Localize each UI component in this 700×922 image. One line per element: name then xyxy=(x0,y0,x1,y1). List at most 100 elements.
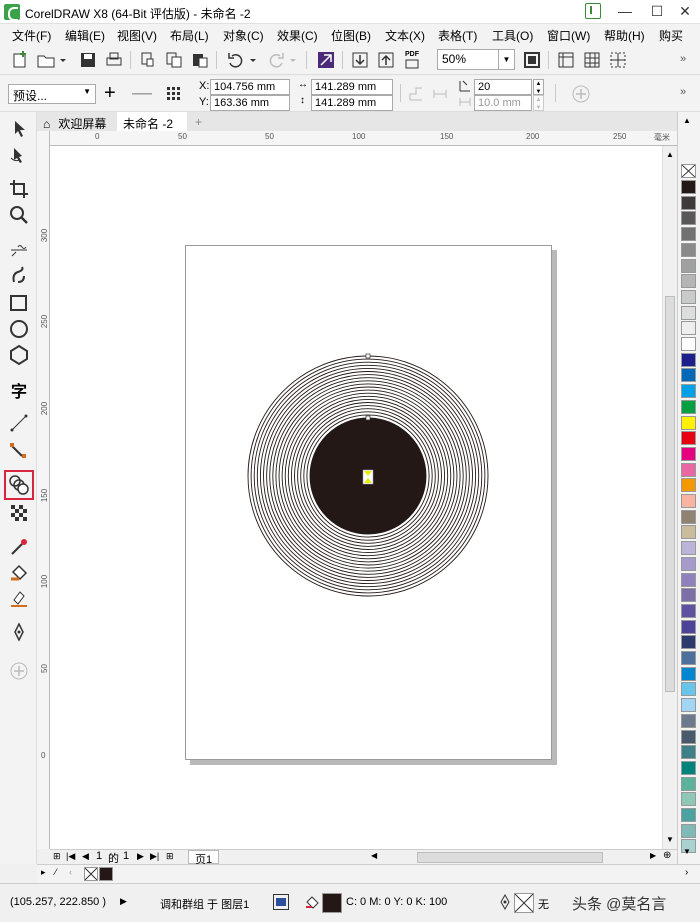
import-icon[interactable] xyxy=(350,50,370,70)
x-position-field[interactable]: 104.756 mm xyxy=(210,79,290,95)
horizontal-ruler[interactable]: 0 50 50 100 150 200 250 毫米 xyxy=(50,131,677,146)
undo-icon[interactable] xyxy=(226,50,246,70)
zoom-level-select[interactable]: 50% ▼ xyxy=(437,49,515,70)
height-field[interactable]: 141.289 mm xyxy=(311,95,393,111)
freehand-tool-icon[interactable] xyxy=(8,238,30,260)
palette-swatch[interactable] xyxy=(681,478,696,493)
outline-pen-tool-icon[interactable] xyxy=(8,622,30,644)
full-screen-icon[interactable] xyxy=(522,50,542,70)
previous-page-icon[interactable]: ◀ xyxy=(82,851,89,862)
menu-text[interactable]: 文本(X) xyxy=(385,27,425,44)
blend-group[interactable] xyxy=(240,348,496,604)
page-tab[interactable]: 页1 xyxy=(188,850,220,866)
zoom-navigator-icon[interactable]: ⊕ xyxy=(663,850,671,861)
color-eyedropper-tool-icon[interactable] xyxy=(8,536,30,558)
artistic-media-tool-icon[interactable] xyxy=(8,264,30,286)
shape-tool-icon[interactable] xyxy=(8,144,30,166)
toolbar-overflow-icon[interactable]: » xyxy=(680,53,686,65)
show-rulers-icon[interactable] xyxy=(556,50,576,70)
vertical-scrollbar[interactable]: ▲ ▼ xyxy=(662,146,677,849)
preset-select[interactable]: 预设... ▼ xyxy=(8,84,96,104)
menu-object[interactable]: 对象(C) xyxy=(223,27,264,44)
cut-icon[interactable] xyxy=(138,50,158,70)
palette-swatch[interactable] xyxy=(681,588,696,603)
palette-swatch[interactable] xyxy=(681,211,696,226)
y-position-field[interactable]: 163.36 mm xyxy=(210,95,290,111)
polygon-tool-icon[interactable] xyxy=(8,344,30,366)
palette-swatch[interactable] xyxy=(681,462,696,477)
status-expand-icon[interactable]: ▶ xyxy=(120,896,127,907)
color-proofing-icon[interactable] xyxy=(273,894,289,910)
export-icon[interactable] xyxy=(376,50,396,70)
palette-swatch[interactable] xyxy=(681,572,696,587)
publish-pdf-icon[interactable]: PDF xyxy=(402,50,422,70)
add-icon[interactable] xyxy=(571,84,591,104)
menu-bitmaps[interactable]: 位图(B) xyxy=(331,27,371,44)
copy-icon[interactable] xyxy=(164,50,184,70)
menu-layout[interactable]: 布局(L) xyxy=(170,27,209,44)
scroll-right-icon[interactable]: ▶ xyxy=(650,851,656,860)
palette-swatch[interactable] xyxy=(681,446,696,461)
palette-swatch[interactable] xyxy=(681,415,696,430)
minimize-button[interactable]: — xyxy=(608,0,642,22)
outline-pen-icon[interactable] xyxy=(499,893,511,911)
save-icon[interactable] xyxy=(78,50,98,70)
palette-swatch[interactable] xyxy=(681,556,696,571)
palette-swatch[interactable] xyxy=(681,227,696,242)
palette-swatch[interactable] xyxy=(681,729,696,744)
palette-swatch[interactable] xyxy=(681,180,696,194)
notification-icon[interactable] xyxy=(585,3,601,19)
search-content-icon[interactable] xyxy=(316,50,336,70)
scroll-up-icon[interactable]: ▲ xyxy=(666,150,674,159)
no-color-swatch[interactable] xyxy=(681,164,696,178)
menu-buy[interactable]: 购买 xyxy=(659,27,683,44)
tab-welcome-screen[interactable]: ⌂ 欢迎屏幕 xyxy=(37,112,115,131)
fill-bucket-icon[interactable] xyxy=(304,894,320,910)
blend-tool-icon[interactable] xyxy=(4,470,34,500)
inner-node-handle[interactable] xyxy=(365,415,371,421)
menu-effects[interactable]: 效果(C) xyxy=(277,27,318,44)
crop-tool-icon[interactable] xyxy=(8,178,30,200)
offset-field[interactable]: 10.0 mm xyxy=(474,95,532,111)
palette-swatch[interactable] xyxy=(681,619,696,634)
scroll-left-icon[interactable]: ◀ xyxy=(371,851,377,860)
show-guidelines-icon[interactable] xyxy=(608,50,628,70)
text-tool-icon[interactable]: 字 xyxy=(8,378,30,401)
object-origin-icon[interactable] xyxy=(166,86,182,102)
docpal-arrow-icon[interactable]: ▸ xyxy=(41,867,46,878)
next-page-icon[interactable]: ▶ xyxy=(137,851,144,862)
first-page-icon[interactable]: |◀ xyxy=(66,851,75,862)
palette-swatch[interactable] xyxy=(681,258,696,273)
show-grid-icon[interactable] xyxy=(582,50,602,70)
smart-fill-tool-icon[interactable] xyxy=(8,588,30,610)
palette-swatch[interactable] xyxy=(681,666,696,681)
vertical-ruler[interactable]: 300 250 200 150 100 50 0 xyxy=(37,131,50,849)
palette-swatch[interactable] xyxy=(681,525,696,540)
chevron-down-icon[interactable] xyxy=(58,50,68,70)
palette-swatch[interactable] xyxy=(681,494,696,508)
palette-swatch[interactable] xyxy=(681,651,696,665)
open-folder-icon[interactable] xyxy=(36,50,56,70)
palette-swatch[interactable] xyxy=(681,682,696,697)
menu-file[interactable]: 文件(F) xyxy=(12,27,51,44)
palette-swatch[interactable] xyxy=(681,603,696,618)
vertical-scroll-thumb[interactable] xyxy=(665,296,675,692)
palette-scroll-up-icon[interactable]: ▲ xyxy=(683,116,691,125)
palette-swatch[interactable] xyxy=(681,368,696,383)
docpal-eyedropper-icon[interactable]: ⁄ xyxy=(55,867,57,877)
zoom-tool-icon[interactable] xyxy=(8,204,30,226)
new-tab-icon[interactable]: + xyxy=(189,112,208,131)
palette-swatch[interactable] xyxy=(681,823,696,838)
new-document-icon[interactable] xyxy=(10,50,30,70)
offset-spinner[interactable]: ▲ ▼ xyxy=(533,95,544,111)
docpal-scroll-left-icon[interactable]: ‹ xyxy=(69,867,72,877)
palette-swatch[interactable] xyxy=(681,352,696,367)
palette-swatch[interactable] xyxy=(681,509,696,524)
parallel-dimension-tool-icon[interactable] xyxy=(8,412,30,434)
connector-tool-icon[interactable] xyxy=(8,440,30,462)
palette-swatch[interactable] xyxy=(681,541,696,556)
palette-swatch[interactable] xyxy=(681,274,696,289)
pick-tool-icon[interactable] xyxy=(8,118,30,140)
palette-swatch[interactable] xyxy=(681,713,696,728)
palette-swatch[interactable] xyxy=(681,289,696,304)
